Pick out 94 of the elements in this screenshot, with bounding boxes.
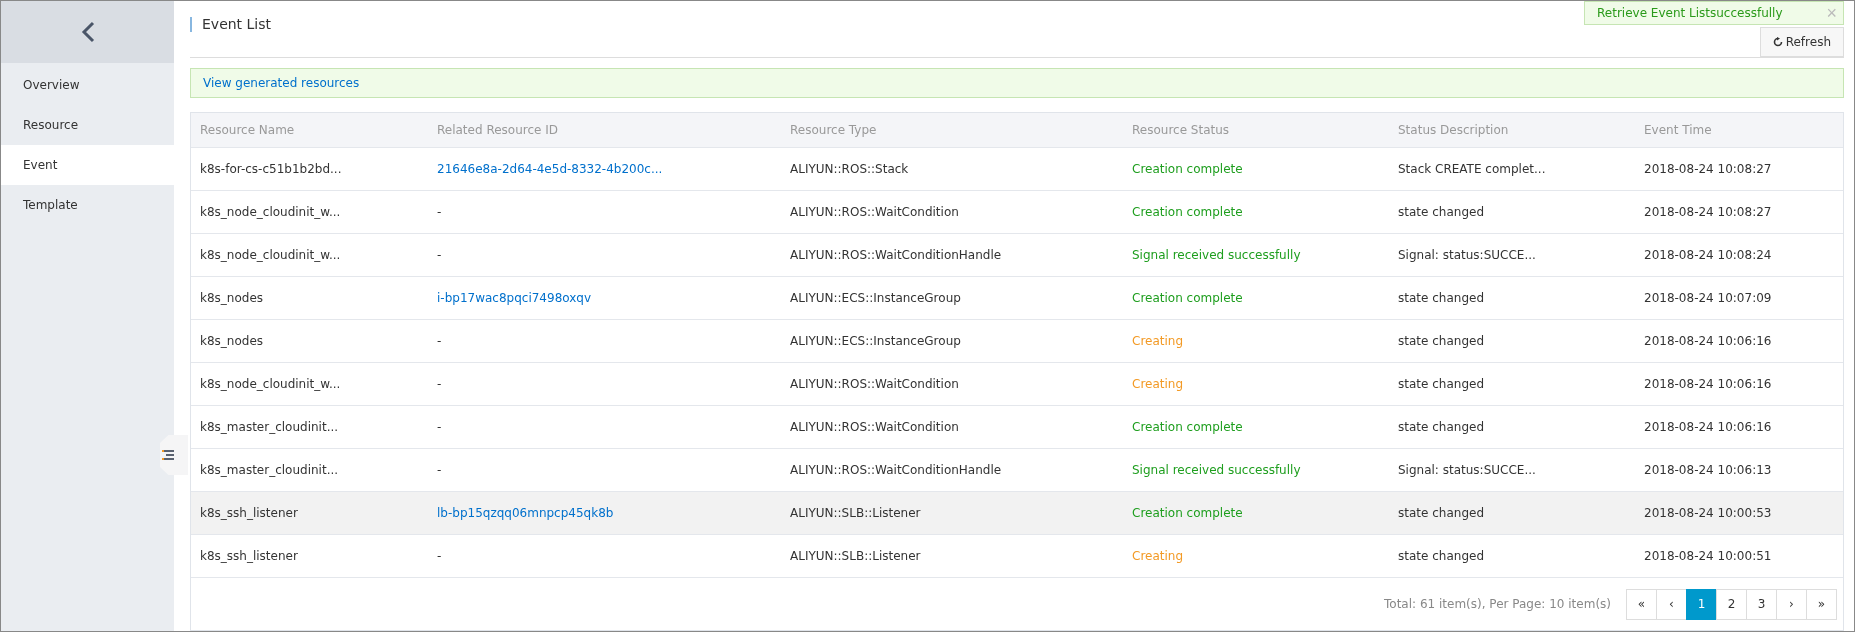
pagination-summary: Total: 61 item(s), Per Page: 10 item(s) <box>1384 597 1611 611</box>
status-cell-text: Creation complete <box>1131 420 1244 434</box>
page-button[interactable]: » <box>1806 588 1837 620</box>
page-button[interactable]: 3 <box>1746 588 1777 620</box>
status-cell-text: Signal received successfully <box>1131 463 1302 477</box>
table-cell-text: - <box>436 420 443 434</box>
page-button[interactable]: ‹ <box>1656 588 1687 620</box>
table-cell-text: 2018-08-24 10:07:09 <box>1643 291 1773 305</box>
column-header: Event Time <box>1643 123 1713 137</box>
table-cell-text: 2018-08-24 10:08:27 <box>1643 205 1773 219</box>
table-cell-text: state changed <box>1397 420 1485 434</box>
sidebar-item[interactable]: Resource <box>1 105 174 145</box>
generated-resources-link[interactable]: View generated resources <box>203 76 360 90</box>
table-cell-text: k8s_ssh_listener <box>199 549 299 563</box>
table-cell-text: k8s_nodes <box>199 291 265 305</box>
table-cell-text: 2018-08-24 10:08:24 <box>1643 248 1773 262</box>
page-button[interactable]: « <box>1626 588 1657 620</box>
status-cell-text: Creating <box>1131 549 1185 563</box>
page-title: Event List <box>190 17 272 32</box>
table-cell-text: state changed <box>1397 549 1485 563</box>
table-cell-text: Signal: status:SUCCE... <box>1397 248 1537 262</box>
page-button[interactable]: › <box>1776 588 1807 620</box>
toast-message: Retrieve Event Listsuccessfully <box>1597 6 1783 20</box>
table-cell-text: k8s_node_cloudinit_w... <box>199 377 342 391</box>
table-cell-text: ALIYUN::ECS::InstanceGroup <box>789 334 962 348</box>
status-cell-text: Creation complete <box>1131 506 1244 520</box>
resource-id-link[interactable]: lb-bp15qzqq06mnpcp45qk8b <box>428 506 781 520</box>
status-cell-text: Creation complete <box>1131 291 1244 305</box>
table-cell-text: ALIYUN::ROS::WaitConditionHandle <box>789 463 1003 477</box>
column-header: Resource Type <box>789 123 878 137</box>
table-cell-text: - <box>436 248 443 262</box>
table-cell-text: 2018-08-24 10:06:16 <box>1643 420 1773 434</box>
resource-id-link[interactable]: 21646e8a-2d64-4e5d-8332-4b200c... <box>428 162 781 176</box>
table-row[interactable]: k8s_nodes - ALIYUN::ECS::InstanceGroup Creating state changed 2018-08-24 10:06:16 <box>191 320 1843 363</box>
table-row[interactable]: k8s_ssh_listener lb-bp15qzqq06mnpcp45qk8b ALIYUN::SLB::Listener Creation complete state changed 2018-08-24 10:00:53 <box>191 492 1843 535</box>
table-row[interactable]: k8s_master_cloudinit... - ALIYUN::ROS::WaitCondition Creation complete state changed 2018-08-24 10:06:16 <box>191 406 1843 449</box>
column-header: Status Description <box>1397 123 1510 137</box>
table-cell-text: 2018-08-24 10:00:51 <box>1643 549 1773 563</box>
table-cell-text: ALIYUN::ROS::WaitCondition <box>789 377 960 391</box>
back-chevron-icon[interactable] <box>80 21 95 43</box>
table-cell-text: state changed <box>1397 291 1485 305</box>
table-cell-text: - <box>436 463 443 477</box>
table-cell-text: k8s_nodes <box>199 334 265 348</box>
table-cell-text: k8s-for-cs-c51b1b2bd... <box>199 162 343 176</box>
table-row[interactable]: k8s_node_cloudinit_w... - ALIYUN::ROS::WaitCondition Creation complete state changed 2018-08-24 10:08:27 <box>191 191 1843 234</box>
table-cell-text: ALIYUN::SLB::Listener <box>789 549 922 563</box>
table-cell-text: k8s_ssh_listener <box>199 506 299 520</box>
table-cell-text: ALIYUN::ROS::WaitCondition <box>789 420 960 434</box>
column-header: Resource Status <box>1131 123 1231 137</box>
table-cell-text: Stack CREATE complet... <box>1397 162 1547 176</box>
table-row[interactable]: k8s_node_cloudinit_w... - ALIYUN::ROS::WaitCondition Creating state changed 2018-08-24 10:06:16 <box>191 363 1843 406</box>
table-cell-text: ALIYUN::ROS::WaitConditionHandle <box>789 248 1003 262</box>
table-cell-text: state changed <box>1397 506 1485 520</box>
table-cell-text: - <box>436 549 443 563</box>
table-cell-text: ALIYUN::SLB::Listener <box>789 506 922 520</box>
refresh-button[interactable]: Refresh <box>1759 27 1844 57</box>
refresh-icon <box>1772 37 1783 47</box>
table-cell-text: 2018-08-24 10:06:16 <box>1643 377 1773 391</box>
table-cell-text: state changed <box>1397 334 1485 348</box>
table-cell-text: 2018-08-24 10:06:16 <box>1643 334 1773 348</box>
column-header: Resource Name <box>199 123 296 137</box>
status-cell-text: Creating <box>1131 334 1185 348</box>
sidebar-item[interactable]: Overview <box>1 65 174 105</box>
table-cell-text: k8s_master_cloudinit... <box>199 420 340 434</box>
table-cell-text: - <box>436 377 443 391</box>
table-row[interactable]: k8s_ssh_listener - ALIYUN::SLB::Listener Creating state changed 2018-08-24 10:00:51 <box>191 535 1843 578</box>
table-cell-text: ALIYUN::ROS::Stack <box>789 162 910 176</box>
table-cell-text: 2018-08-24 10:08:27 <box>1643 162 1773 176</box>
table-cell-text: - <box>436 205 443 219</box>
table-cell-text: 2018-08-24 10:06:13 <box>1643 463 1773 477</box>
table-cell-text: k8s_master_cloudinit... <box>199 463 340 477</box>
status-cell-text: Creation complete <box>1131 205 1244 219</box>
collapse-handle[interactable] <box>160 435 188 475</box>
table-cell-text: ALIYUN::ROS::WaitCondition <box>789 205 960 219</box>
table-cell-text: ALIYUN::ECS::InstanceGroup <box>789 291 962 305</box>
table-cell-text: Signal: status:SUCCE... <box>1397 463 1537 477</box>
sidebar-item[interactable]: Template <box>1 185 174 225</box>
status-cell-text: Creating <box>1131 377 1185 391</box>
table-row[interactable]: k8s_node_cloudinit_w... - ALIYUN::ROS::WaitConditionHandle Signal received successfully Signal: status:SUCCE... 2018-08-24 10:08:24 <box>191 234 1843 277</box>
table-row[interactable]: k8s_nodes i-bp17wac8pqci7498oxqv ALIYUN::ECS::InstanceGroup Creation complete state changed 2018-08-24 10:07:09 <box>191 277 1843 320</box>
table-cell-text: state changed <box>1397 377 1485 391</box>
page-button[interactable]: 2 <box>1716 588 1747 620</box>
status-cell-text: Creation complete <box>1131 162 1244 176</box>
table-cell-text: k8s_node_cloudinit_w... <box>199 248 342 262</box>
sidebar-item[interactable]: Event <box>1 145 174 185</box>
column-header: Related Resource ID <box>436 123 559 137</box>
table-cell-text: k8s_node_cloudinit_w... <box>199 205 342 219</box>
status-cell-text: Signal received successfully <box>1131 248 1302 262</box>
table-cell-text: 2018-08-24 10:00:53 <box>1643 506 1773 520</box>
table-cell-text: - <box>436 334 443 348</box>
list-icon <box>162 449 174 461</box>
table-row[interactable]: k8s-for-cs-c51b1b2bd... 21646e8a-2d64-4e5d-8332-4b200c... ALIYUN::ROS::Stack Creation complete Stack CREATE complet... 2018-08-24 10:08:27 <box>191 148 1843 191</box>
resource-id-link[interactable]: i-bp17wac8pqci7498oxqv <box>428 291 781 305</box>
table-cell-text: state changed <box>1397 205 1485 219</box>
